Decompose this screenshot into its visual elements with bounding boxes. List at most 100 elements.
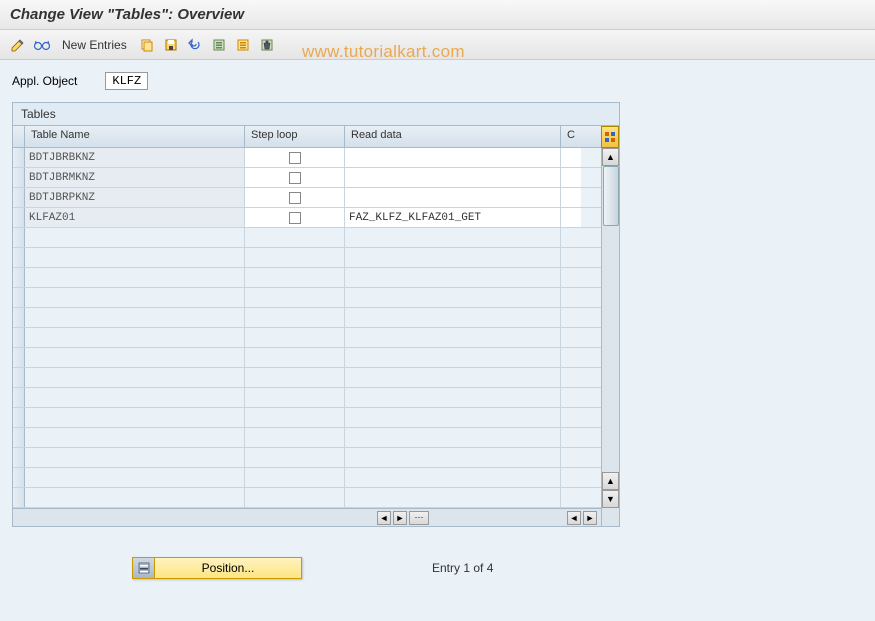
table-row[interactable] [13, 268, 601, 288]
cell-table-name[interactable] [25, 268, 245, 287]
cell-c[interactable] [561, 228, 581, 247]
scroll-right-end-icon[interactable]: ► [583, 511, 597, 525]
cell-c[interactable] [561, 208, 581, 227]
row-selector[interactable] [13, 388, 25, 407]
row-selector[interactable] [13, 188, 25, 207]
table-row[interactable] [13, 428, 601, 448]
cell-read-data[interactable] [345, 268, 561, 287]
row-selector[interactable] [13, 288, 25, 307]
row-selector[interactable] [13, 488, 25, 507]
cell-table-name[interactable] [25, 288, 245, 307]
cell-c[interactable] [561, 428, 581, 447]
cell-step-loop[interactable] [245, 188, 345, 207]
scroll-thumb[interactable] [603, 166, 619, 226]
change-icon[interactable] [8, 35, 28, 55]
copy-icon[interactable] [137, 35, 157, 55]
cell-step-loop[interactable] [245, 208, 345, 227]
table-row[interactable]: BDTJBRPKNZ [13, 188, 601, 208]
cell-step-loop[interactable] [245, 168, 345, 187]
table-config-icon[interactable] [601, 126, 619, 148]
table-row[interactable]: BDTJBRMKNZ [13, 168, 601, 188]
table-row[interactable] [13, 388, 601, 408]
table-row[interactable] [13, 348, 601, 368]
save-icon[interactable] [161, 35, 181, 55]
scroll-left-icon[interactable]: ◄ [377, 511, 391, 525]
scroll-up2-icon[interactable]: ▲ [602, 472, 619, 490]
cell-table-name[interactable] [25, 448, 245, 467]
table-row[interactable] [13, 468, 601, 488]
cell-read-data[interactable]: FAZ_KLFZ_KLFAZ01_GET [345, 208, 561, 227]
cell-table-name[interactable] [25, 428, 245, 447]
cell-read-data[interactable] [345, 328, 561, 347]
cell-read-data[interactable] [345, 188, 561, 207]
row-selector[interactable] [13, 368, 25, 387]
row-selector[interactable] [13, 468, 25, 487]
cell-table-name[interactable]: BDTJBRMKNZ [25, 168, 245, 187]
position-button[interactable]: Position... [132, 557, 302, 579]
cell-step-loop[interactable] [245, 428, 345, 447]
cell-step-loop[interactable] [245, 348, 345, 367]
cell-read-data[interactable] [345, 228, 561, 247]
cell-read-data[interactable] [345, 148, 561, 167]
cell-c[interactable] [561, 168, 581, 187]
cell-c[interactable] [561, 388, 581, 407]
col-selector[interactable] [13, 126, 25, 147]
col-header-step[interactable]: Step loop [245, 126, 345, 147]
cell-step-loop[interactable] [245, 408, 345, 427]
table-row[interactable] [13, 488, 601, 508]
cell-read-data[interactable] [345, 388, 561, 407]
checkbox[interactable] [289, 172, 301, 184]
scroll-right-icon[interactable]: ► [393, 511, 407, 525]
cell-read-data[interactable] [345, 348, 561, 367]
cell-c[interactable] [561, 468, 581, 487]
cell-c[interactable] [561, 348, 581, 367]
row-selector[interactable] [13, 228, 25, 247]
cell-table-name[interactable]: BDTJBRBKNZ [25, 148, 245, 167]
cell-read-data[interactable] [345, 408, 561, 427]
table-row[interactable] [13, 248, 601, 268]
row-selector[interactable] [13, 248, 25, 267]
cell-c[interactable] [561, 148, 581, 167]
table-row[interactable]: KLFAZ01 FAZ_KLFZ_KLFAZ01_GET [13, 208, 601, 228]
cell-table-name[interactable] [25, 348, 245, 367]
cell-table-name[interactable] [25, 388, 245, 407]
cell-read-data[interactable] [345, 308, 561, 327]
row-selector[interactable] [13, 428, 25, 447]
cell-step-loop[interactable] [245, 248, 345, 267]
scroll-up-icon[interactable]: ▲ [602, 148, 619, 166]
cell-table-name[interactable]: KLFAZ01 [25, 208, 245, 227]
cell-c[interactable] [561, 308, 581, 327]
scroll-down-icon[interactable]: ▼ [602, 490, 619, 508]
row-selector[interactable] [13, 308, 25, 327]
row-selector[interactable] [13, 348, 25, 367]
col-header-name[interactable]: Table Name [25, 126, 245, 147]
checkbox[interactable] [289, 212, 301, 224]
cell-table-name[interactable] [25, 228, 245, 247]
cell-table-name[interactable] [25, 308, 245, 327]
cell-read-data[interactable] [345, 368, 561, 387]
cell-table-name[interactable] [25, 488, 245, 507]
glasses-icon[interactable] [32, 35, 52, 55]
col-header-read[interactable]: Read data [345, 126, 561, 147]
vertical-scrollbar[interactable]: ▲ ▲ ▼ [601, 126, 619, 526]
checkbox[interactable] [289, 152, 301, 164]
cell-c[interactable] [561, 448, 581, 467]
cell-step-loop[interactable] [245, 268, 345, 287]
cell-table-name[interactable] [25, 468, 245, 487]
cell-step-loop[interactable] [245, 448, 345, 467]
cell-step-loop[interactable] [245, 368, 345, 387]
table-row[interactable] [13, 288, 601, 308]
cell-read-data[interactable] [345, 468, 561, 487]
scroll-separator-icon[interactable]: ⋯ [409, 511, 429, 525]
table-row[interactable] [13, 308, 601, 328]
cell-step-loop[interactable] [245, 308, 345, 327]
cell-c[interactable] [561, 328, 581, 347]
table-row[interactable] [13, 408, 601, 428]
cell-table-name[interactable] [25, 248, 245, 267]
table-row[interactable] [13, 228, 601, 248]
cell-c[interactable] [561, 368, 581, 387]
scroll-left-end-icon[interactable]: ◄ [567, 511, 581, 525]
cell-step-loop[interactable] [245, 148, 345, 167]
select-all-icon[interactable] [209, 35, 229, 55]
cell-table-name[interactable]: BDTJBRPKNZ [25, 188, 245, 207]
